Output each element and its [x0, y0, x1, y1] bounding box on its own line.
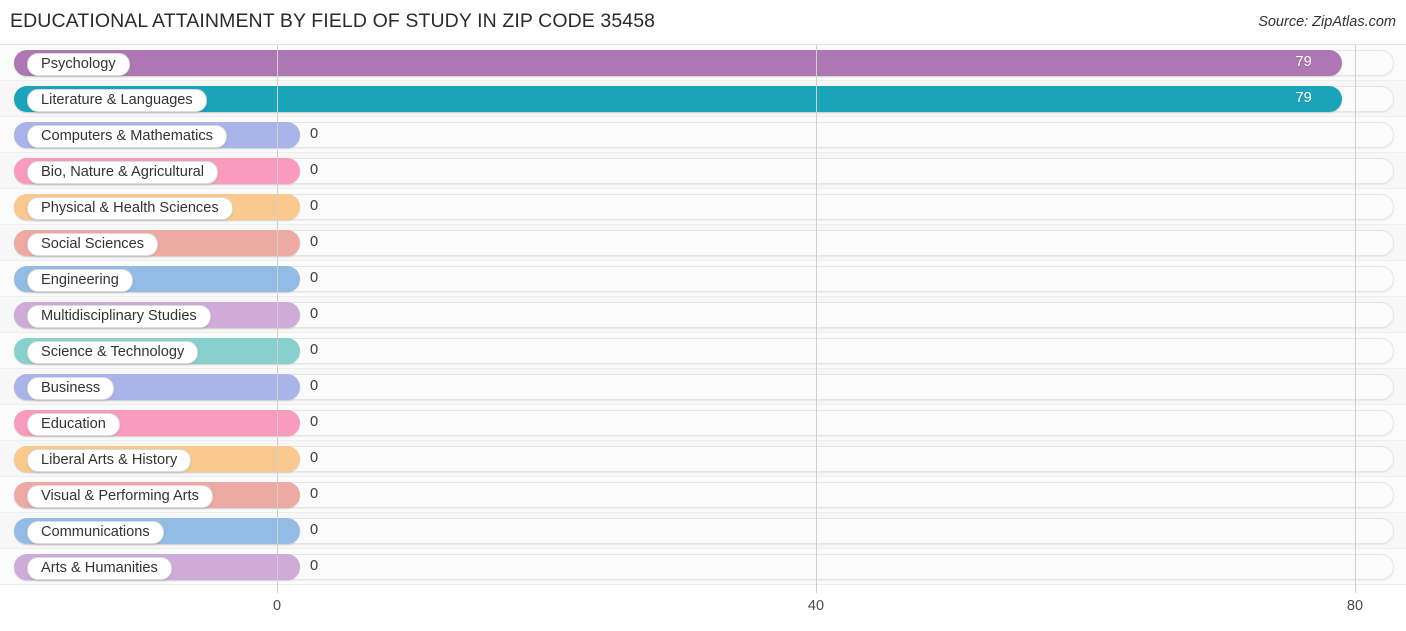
page-title: EDUCATIONAL ATTAINMENT BY FIELD OF STUDY…: [10, 10, 656, 32]
bar-category-label: Liberal Arts & History: [27, 449, 192, 472]
bar-value-label: 79: [1295, 54, 1312, 70]
table-row: Science & Technology 0: [0, 333, 1406, 369]
bar-category-label: Multidisciplinary Studies: [27, 305, 211, 328]
bar-category-label: Psychology: [27, 53, 130, 76]
table-row: Multidisciplinary Studies 0: [0, 297, 1406, 333]
x-axis-tick-label: 40: [807, 598, 825, 614]
bar-category-label: Education: [27, 413, 120, 436]
plot-area: Psychology 79 Literature & Languages 79 Comp…: [0, 45, 1406, 593]
bar-value-label: 0: [310, 198, 319, 214]
bar-value-label: 0: [310, 342, 319, 358]
bar-category-label: Literature & Languages: [27, 89, 207, 112]
table-row: Literature & Languages 79: [0, 81, 1406, 117]
bar-category-label: Computers & Mathematics: [27, 125, 227, 148]
bar-value-label: 0: [310, 522, 319, 538]
table-row: Liberal Arts & History 0: [0, 441, 1406, 477]
bar-value-label: 0: [310, 450, 319, 466]
bar-category-label: Science & Technology: [27, 341, 199, 364]
table-row: Arts & Humanities 0: [0, 549, 1406, 585]
table-row: Psychology 79: [0, 45, 1406, 81]
chart-header: EDUCATIONAL ATTAINMENT BY FIELD OF STUDY…: [0, 0, 1406, 45]
table-row: Computers & Mathematics 0: [0, 117, 1406, 153]
bar-category-label: Business: [27, 377, 115, 400]
bar-category-label: Physical & Health Sciences: [27, 197, 233, 220]
bar-category-label: Social Sciences: [27, 233, 159, 256]
table-row: Physical & Health Sciences 0: [0, 189, 1406, 225]
bar-category-label: Bio, Nature & Agricultural: [27, 161, 219, 184]
row-separator: [0, 584, 1406, 585]
bar-value-label: 0: [310, 306, 319, 322]
bar-value-label: 0: [310, 162, 319, 178]
x-axis-tick-label: 0: [272, 598, 282, 614]
bar-value-label: 0: [310, 486, 319, 502]
bar[interactable]: [14, 86, 1342, 112]
bar-value-label: 0: [310, 558, 319, 574]
bar-category-label: Communications: [27, 521, 164, 544]
x-axis-tick-label: 80: [1346, 598, 1364, 614]
table-row: Engineering 0: [0, 261, 1406, 297]
table-row: Bio, Nature & Agricultural 0: [0, 153, 1406, 189]
table-row: Business 0: [0, 369, 1406, 405]
table-row: Education 0: [0, 405, 1406, 441]
bar[interactable]: [14, 50, 1342, 76]
bar-value-label: 0: [310, 270, 319, 286]
bar-rows: Psychology 79 Literature & Languages 79 Comp…: [0, 45, 1406, 585]
bar-category-label: Engineering: [27, 269, 133, 292]
bar-value-label: 0: [310, 234, 319, 250]
bar-value-label: 0: [310, 378, 319, 394]
chart-page: EDUCATIONAL ATTAINMENT BY FIELD OF STUDY…: [0, 0, 1406, 631]
bar-value-label: 0: [310, 414, 319, 430]
source-attribution: Source: ZipAtlas.com: [1258, 14, 1396, 30]
bar-value-label: 0: [310, 126, 319, 142]
bar-category-label: Arts & Humanities: [27, 557, 172, 580]
table-row: Social Sciences 0: [0, 225, 1406, 261]
x-axis: 0 40 80: [0, 593, 1406, 631]
bar-value-label: 79: [1295, 90, 1312, 106]
table-row: Communications 0: [0, 513, 1406, 549]
table-row: Visual & Performing Arts 0: [0, 477, 1406, 513]
bar-category-label: Visual & Performing Arts: [27, 485, 213, 508]
